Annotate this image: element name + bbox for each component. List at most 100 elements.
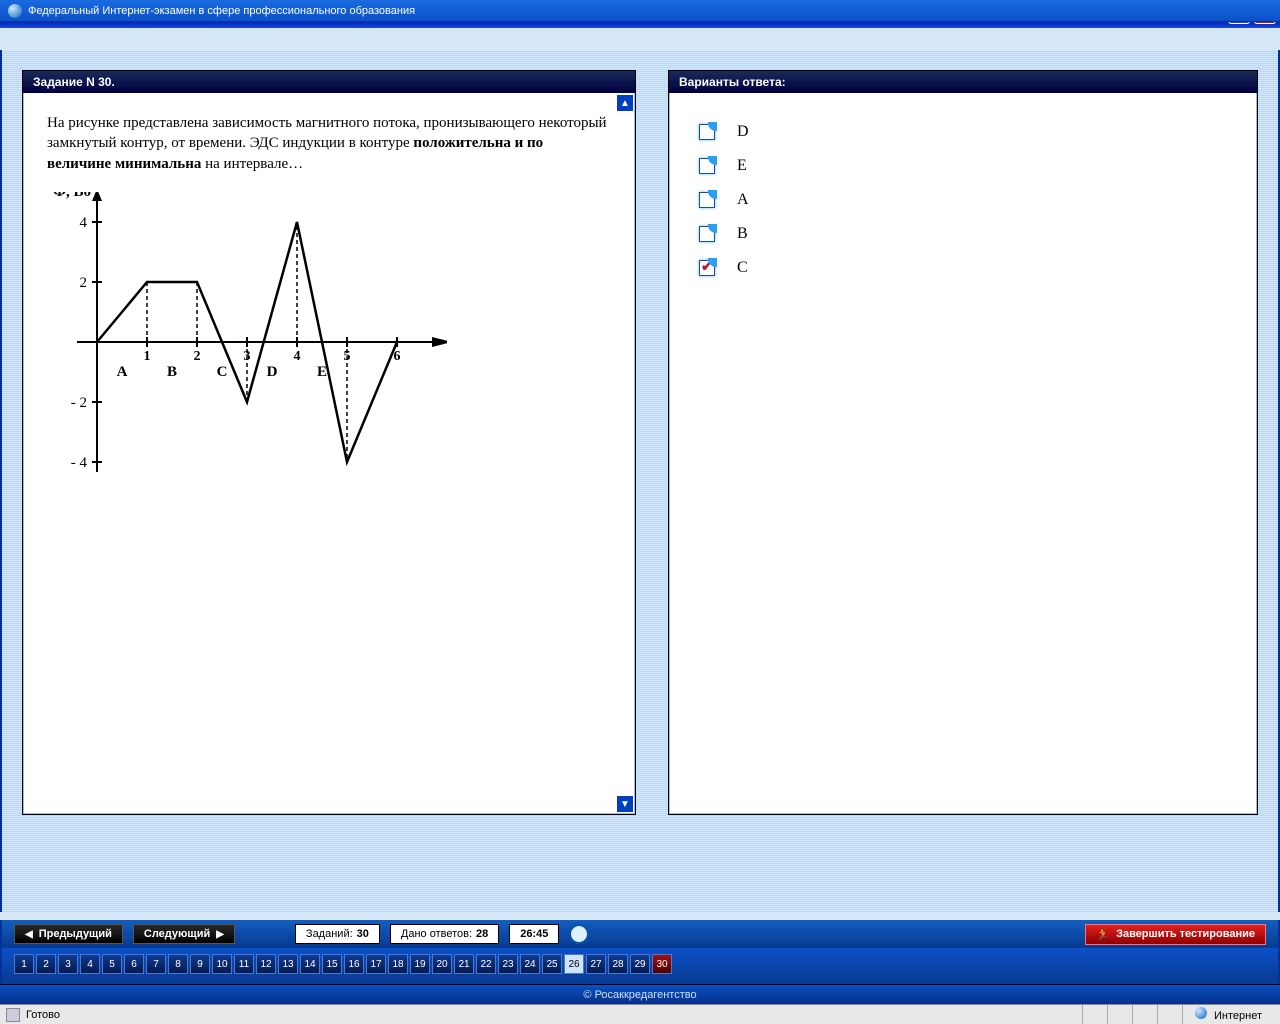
question-cell-17[interactable]: 17 <box>366 954 386 974</box>
question-cell-21[interactable]: 21 <box>454 954 474 974</box>
question-cell-18[interactable]: 18 <box>388 954 408 974</box>
question-cell-25[interactable]: 25 <box>542 954 562 974</box>
clock-icon <box>569 924 589 944</box>
svg-text:2: 2 <box>80 275 88 291</box>
svg-text:C: C <box>217 364 228 380</box>
question-cell-11[interactable]: 11 <box>234 954 254 974</box>
scroll-down-button[interactable]: ▼ <box>617 796 633 812</box>
tasks-counter: Заданий: 30 <box>295 924 380 944</box>
status-ready: Готово <box>26 1009 60 1021</box>
copyright-footer: © Росаккредагентство <box>0 984 1280 1004</box>
finish-label: Завершить тестирование <box>1116 928 1255 940</box>
answer-label: D <box>737 123 749 141</box>
timer-value: 26:45 <box>520 928 548 940</box>
answer-label: B <box>737 225 748 243</box>
answer-label: C <box>737 259 748 277</box>
prev-label: Предыдущий <box>39 928 112 940</box>
question-cell-14[interactable]: 14 <box>300 954 320 974</box>
question-cell-27[interactable]: 27 <box>586 954 606 974</box>
answer-label: A <box>737 191 749 209</box>
tasks-label: Заданий: <box>306 928 353 940</box>
question-cell-15[interactable]: 15 <box>322 954 342 974</box>
browser-statusbar: Готово Интернет <box>0 1004 1280 1024</box>
question-cell-4[interactable]: 4 <box>80 954 100 974</box>
timer-field: 26:45 <box>509 924 559 944</box>
svg-text:- 2: - 2 <box>71 395 87 411</box>
next-button[interactable]: Следующий ▶ <box>133 924 235 944</box>
globe-icon <box>8 4 22 18</box>
question-cell-24[interactable]: 24 <box>520 954 540 974</box>
question-cell-16[interactable]: 16 <box>344 954 364 974</box>
copyright-text: © Росаккредагентство <box>583 989 696 1001</box>
arrow-right-icon: ▶ <box>216 929 224 940</box>
question-cell-19[interactable]: 19 <box>410 954 430 974</box>
checkbox-icon[interactable] <box>699 192 715 208</box>
question-cell-13[interactable]: 13 <box>278 954 298 974</box>
q-suffix: на интервале… <box>201 156 303 172</box>
svg-text:1: 1 <box>144 349 151 364</box>
question-cell-9[interactable]: 9 <box>190 954 210 974</box>
svg-text:B: B <box>167 364 177 380</box>
question-cell-3[interactable]: 3 <box>58 954 78 974</box>
chart: Ф, Вбt, c- 4- 224123456ABCDE <box>47 192 611 477</box>
question-cell-20[interactable]: 20 <box>432 954 452 974</box>
arrow-left-icon: ◀ <box>25 929 33 940</box>
globe-icon <box>1195 1007 1207 1019</box>
checkbox-icon[interactable] <box>699 260 715 276</box>
question-cell-26[interactable]: 26 <box>564 954 584 974</box>
ie-page-icon <box>6 1008 20 1022</box>
answer-option-A[interactable]: A <box>699 191 1233 209</box>
question-cell-29[interactable]: 29 <box>630 954 650 974</box>
svg-text:D: D <box>267 364 278 380</box>
question-cell-6[interactable]: 6 <box>124 954 144 974</box>
question-cell-12[interactable]: 12 <box>256 954 276 974</box>
question-panel-header: Задание N 30. <box>23 71 635 93</box>
checkbox-icon[interactable] <box>699 124 715 140</box>
checkbox-icon[interactable] <box>699 226 715 242</box>
scroll-up-button[interactable]: ▲ <box>617 95 633 111</box>
svg-text:A: A <box>117 364 128 380</box>
svg-text:4: 4 <box>80 215 88 231</box>
status-zone-label: Интернет <box>1214 1010 1262 1022</box>
question-cell-2[interactable]: 2 <box>36 954 56 974</box>
answer-option-E[interactable]: E <box>699 157 1233 175</box>
question-cell-30[interactable]: 30 <box>652 954 672 974</box>
question-text: На рисунке представлена зависимость магн… <box>47 113 611 174</box>
app-subtitle-bar: Федеральный Интернет-экзамен в сфере про… <box>0 0 1280 22</box>
question-cell-1[interactable]: 1 <box>14 954 34 974</box>
question-cell-8[interactable]: 8 <box>168 954 188 974</box>
app-subtitle: Федеральный Интернет-экзамен в сфере про… <box>28 5 415 17</box>
answer-label: E <box>737 157 747 175</box>
svg-text:6: 6 <box>394 349 401 364</box>
question-cell-7[interactable]: 7 <box>146 954 166 974</box>
svg-text:Ф, Вб: Ф, Вб <box>53 192 91 200</box>
prev-button[interactable]: ◀ Предыдущий <box>14 924 123 944</box>
question-grid: 1234567891011121314151617181920212223242… <box>2 948 1278 984</box>
answered-label: Дано ответов: <box>401 928 472 940</box>
answers-body: DEABC <box>669 93 1257 814</box>
answers-panel-header: Варианты ответа: <box>669 71 1257 93</box>
question-panel: Задание N 30. ▲ На рисунке представлена … <box>22 70 636 815</box>
answered-value: 28 <box>476 928 488 940</box>
question-cell-10[interactable]: 10 <box>212 954 232 974</box>
answered-counter: Дано ответов: 28 <box>390 924 499 944</box>
runner-icon: 🏃 <box>1096 928 1110 941</box>
svg-text:- 4: - 4 <box>71 455 88 471</box>
question-cell-23[interactable]: 23 <box>498 954 518 974</box>
answers-panel: Варианты ответа: DEABC <box>668 70 1258 815</box>
answer-option-B[interactable]: B <box>699 225 1233 243</box>
finish-button[interactable]: 🏃 Завершить тестирование <box>1085 924 1266 945</box>
svg-text:E: E <box>317 364 327 380</box>
question-cell-5[interactable]: 5 <box>102 954 122 974</box>
answer-option-C[interactable]: C <box>699 259 1233 277</box>
question-body: На рисунке представлена зависимость магн… <box>23 93 635 814</box>
question-cell-28[interactable]: 28 <box>608 954 628 974</box>
answer-option-D[interactable]: D <box>699 123 1233 141</box>
question-cell-22[interactable]: 22 <box>476 954 496 974</box>
status-zone: Интернет <box>1182 1005 1274 1024</box>
tasks-value: 30 <box>357 928 369 940</box>
svg-text:2: 2 <box>194 349 201 364</box>
svg-text:4: 4 <box>294 349 301 364</box>
checkbox-icon[interactable] <box>699 158 715 174</box>
nav-bar: ◀ Предыдущий Следующий ▶ Заданий: 30 Дан… <box>2 920 1278 948</box>
